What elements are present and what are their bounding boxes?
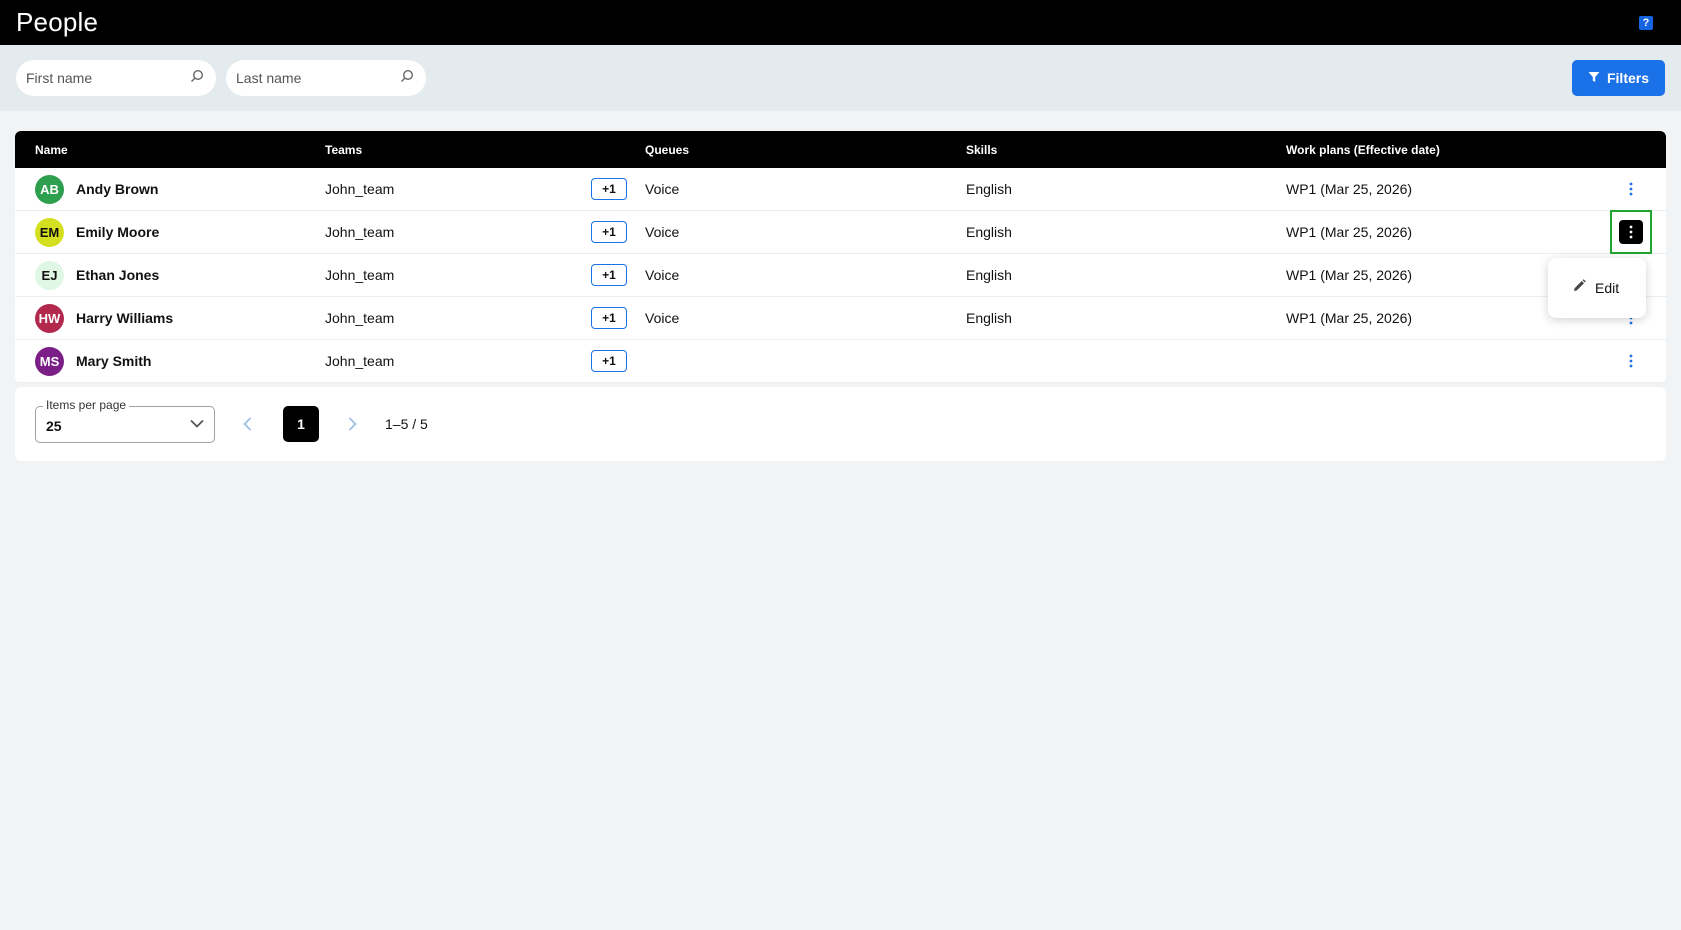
more-teams-badge[interactable]: +1 <box>591 178 627 200</box>
page-title: People <box>16 7 99 37</box>
chevron-down-icon <box>190 415 204 433</box>
more-teams-badge[interactable]: +1 <box>591 307 627 329</box>
table-row[interactable]: EJ Ethan Jones John_team +1 Voice Englis… <box>15 254 1666 297</box>
teams-cell: John_team +1 <box>325 307 645 329</box>
table-row[interactable]: HW Harry Williams John_team +1 Voice Eng… <box>15 297 1666 340</box>
teams-cell: John_team +1 <box>325 221 645 243</box>
team-name: John_team <box>325 310 395 326</box>
skill-cell: English <box>966 310 1012 326</box>
filter-icon <box>1588 70 1600 86</box>
filters-button[interactable]: Filters <box>1572 60 1665 96</box>
team-name: John_team <box>325 267 395 283</box>
last-name-search <box>226 60 426 96</box>
search-icon[interactable] <box>400 69 414 88</box>
table-row[interactable]: AB Andy Brown John_team +1 Voice English… <box>15 168 1666 211</box>
column-header-teams[interactable]: Teams <box>325 143 645 157</box>
filter-bar: Filters <box>0 45 1681 111</box>
actions-cell <box>1586 210 1666 254</box>
column-header-skills[interactable]: Skills <box>966 143 1286 157</box>
work-plan-cell: WP1 (Mar 25, 2026) <box>1286 181 1413 197</box>
work-plan-cell: WP1 (Mar 25, 2026) <box>1286 310 1413 326</box>
queue-cell: Voice <box>645 224 680 240</box>
skill-cell: English <box>966 267 1012 283</box>
name-cell: EJ Ethan Jones <box>15 260 325 290</box>
last-name-input[interactable] <box>236 70 386 86</box>
person-name[interactable]: Emily Moore <box>76 224 159 240</box>
skill-cell: English <box>966 181 1012 197</box>
chevron-right-icon[interactable] <box>342 414 362 434</box>
queue-cell: Voice <box>645 267 680 283</box>
search-icon[interactable] <box>190 69 204 88</box>
actions-cell <box>1586 351 1666 371</box>
avatar: HW <box>35 303 64 333</box>
name-cell: EM Emily Moore <box>15 217 325 247</box>
page-button-current[interactable]: 1 <box>283 406 319 442</box>
help-icon[interactable]: ? <box>1639 15 1653 30</box>
queue-cell: Voice <box>645 310 680 326</box>
filters-button-label: Filters <box>1606 70 1649 86</box>
team-name: John_team <box>325 224 395 240</box>
items-per-page-value: 25 <box>46 418 62 434</box>
teams-cell: John_team +1 <box>325 264 645 286</box>
table-row[interactable]: MS Mary Smith John_team +1 <box>15 340 1666 383</box>
person-name[interactable]: Ethan Jones <box>76 267 159 283</box>
more-teams-badge[interactable]: +1 <box>591 350 627 372</box>
more-vert-icon[interactable] <box>1621 351 1641 371</box>
pagination-range: 1–5 / 5 <box>385 416 428 432</box>
actions-cell <box>1586 179 1666 199</box>
more-teams-badge[interactable]: +1 <box>591 221 627 243</box>
name-cell: AB Andy Brown <box>15 174 325 204</box>
edit-menu-item[interactable]: Edit <box>1595 280 1619 296</box>
more-vert-icon[interactable] <box>1621 179 1641 199</box>
avatar: EJ <box>35 260 64 290</box>
first-name-input[interactable] <box>26 70 176 86</box>
avatar: MS <box>35 346 64 376</box>
more-teams-badge[interactable]: +1 <box>591 264 627 286</box>
person-name[interactable]: Mary Smith <box>76 353 151 369</box>
column-header-work-plans[interactable]: Work plans (Effective date) <box>1286 143 1586 157</box>
skill-cell: English <box>966 224 1012 240</box>
name-cell: MS Mary Smith <box>15 346 325 376</box>
name-cell: HW Harry Williams <box>15 303 325 333</box>
search-group <box>16 60 426 96</box>
items-per-page-select[interactable]: Items per page 25 <box>35 397 215 443</box>
team-name: John_team <box>325 181 395 197</box>
items-per-page-label: Items per page <box>43 397 130 412</box>
more-vert-icon[interactable] <box>1619 220 1643 244</box>
teams-cell: John_team +1 <box>325 178 645 200</box>
work-plan-cell: WP1 (Mar 25, 2026) <box>1286 224 1413 240</box>
pagination-bar: Items per page 25 1 1–5 / 5 <box>15 387 1666 461</box>
person-name[interactable]: Andy Brown <box>76 181 158 197</box>
table-row[interactable]: EM Emily Moore John_team +1 Voice Englis… <box>15 210 1666 254</box>
person-name[interactable]: Harry Williams <box>76 310 173 326</box>
chevron-left-icon[interactable] <box>237 414 257 434</box>
avatar: EM <box>35 217 64 247</box>
pager: 1 1–5 / 5 <box>237 406 428 442</box>
pencil-icon <box>1573 279 1586 297</box>
first-name-search <box>16 60 216 96</box>
column-header-name[interactable]: Name <box>15 143 325 157</box>
table-header: Name Teams Queues Skills Work plans (Eff… <box>15 131 1666 168</box>
column-header-queues[interactable]: Queues <box>645 143 966 157</box>
people-table: Name Teams Queues Skills Work plans (Eff… <box>15 131 1666 383</box>
team-name: John_team <box>325 353 395 369</box>
top-bar: People ? <box>0 0 1681 45</box>
teams-cell: John_team +1 <box>325 350 645 372</box>
main-content: Name Teams Queues Skills Work plans (Eff… <box>0 111 1681 461</box>
row-context-menu[interactable]: Edit <box>1548 258 1646 318</box>
highlight-box <box>1610 210 1652 254</box>
avatar: AB <box>35 174 64 204</box>
queue-cell: Voice <box>645 181 680 197</box>
work-plan-cell: WP1 (Mar 25, 2026) <box>1286 267 1413 283</box>
